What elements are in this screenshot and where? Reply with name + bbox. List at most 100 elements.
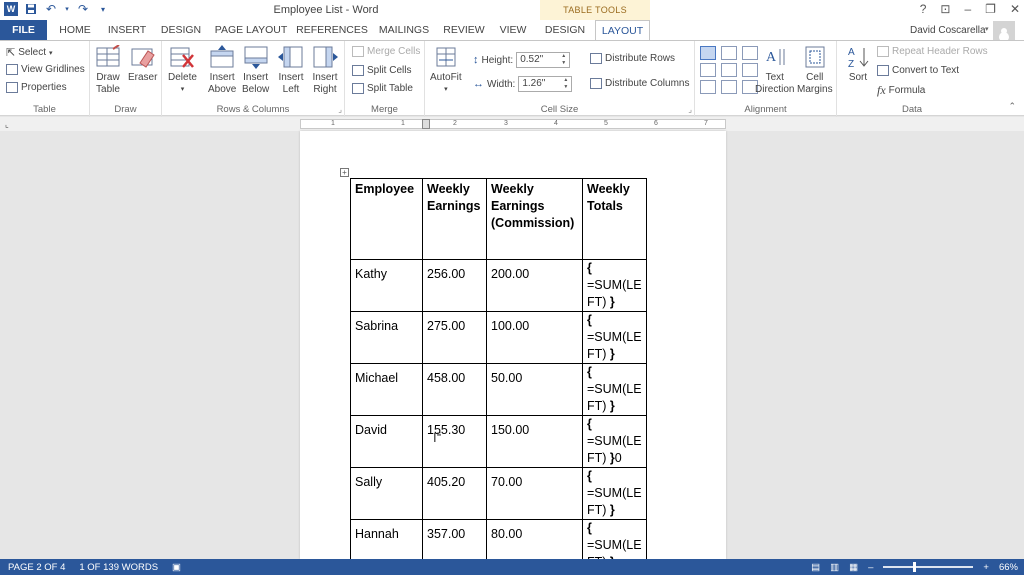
minimize-icon[interactable]: – xyxy=(964,2,971,16)
distribute-rows-button[interactable]: Distribute Rows xyxy=(590,53,675,64)
repeat-header-rows-button[interactable]: Repeat Header Rows xyxy=(877,46,988,57)
table-row: Michael 458.00 50.00 {=SUM(LE FT) } xyxy=(350,363,647,416)
tab-design[interactable]: DESIGN xyxy=(158,20,204,40)
dialog-launcher-icon[interactable]: ⌟ xyxy=(688,105,692,114)
formula-button[interactable]: fx Formula xyxy=(877,83,925,98)
align-top-center-icon[interactable] xyxy=(721,46,737,60)
text-direction-button[interactable]: A Text Direction xyxy=(755,45,794,96)
cell-earnings[interactable]: 357.00 xyxy=(422,519,487,559)
cell-total-field[interactable]: {=SUM(LE FT) }0 xyxy=(582,415,647,468)
insert-right-button[interactable]: Insert Right xyxy=(312,45,338,96)
cell-commission[interactable]: 100.00 xyxy=(486,311,583,364)
insert-below-button[interactable]: Insert Below xyxy=(242,45,269,96)
select-button[interactable]: ⇱ Select ▾ xyxy=(6,46,53,59)
cell-commission[interactable]: 150.00 xyxy=(486,415,583,468)
user-name[interactable]: David Coscarella xyxy=(910,25,986,36)
tab-review[interactable]: REVIEW xyxy=(442,20,486,40)
convert-to-text-button[interactable]: Convert to Text xyxy=(877,65,959,76)
word-count[interactable]: 1 OF 139 WORDS xyxy=(79,562,158,573)
cell-commission[interactable]: 70.00 xyxy=(486,467,583,520)
tab-view[interactable]: VIEW xyxy=(494,20,532,40)
delete-label: Delete xyxy=(168,72,197,83)
horizontal-ruler[interactable]: 1 1 2 3 4 5 6 7 xyxy=(300,119,726,129)
sort-button[interactable]: AZ Sort xyxy=(845,45,871,84)
header-weekly-commission[interactable]: Weekly Earnings (Commission) xyxy=(486,178,583,260)
cell-earnings[interactable]: 256.00 xyxy=(422,259,487,312)
split-cells-button[interactable]: Split Cells xyxy=(352,65,411,76)
tab-references[interactable]: REFERENCES xyxy=(296,20,368,40)
tab-file[interactable]: FILE xyxy=(0,20,47,40)
cell-commission[interactable]: 200.00 xyxy=(486,259,583,312)
ribbon-display-options-icon[interactable]: ⊡ xyxy=(940,2,950,16)
distribute-columns-button[interactable]: Distribute Columns xyxy=(590,78,689,89)
height-input[interactable]: 0.52" xyxy=(516,52,571,68)
header-weekly-totals[interactable]: Weekly Totals xyxy=(582,178,647,260)
cell-employee[interactable]: Sabrina xyxy=(350,311,423,364)
cell-total-field[interactable]: {=SUM(LEFT) } xyxy=(582,363,647,416)
cell-earnings[interactable]: 405.20 xyxy=(422,467,487,520)
indent-marker[interactable] xyxy=(422,119,430,129)
properties-button[interactable]: Properties xyxy=(6,82,67,93)
zoom-in-icon[interactable]: + xyxy=(983,562,989,573)
cell-employee[interactable]: David xyxy=(350,415,423,468)
page-count[interactable]: PAGE 2 OF 4 xyxy=(8,562,65,573)
tab-page-layout[interactable]: PAGE LAYOUT xyxy=(212,20,290,40)
print-layout-icon[interactable]: ▥ xyxy=(830,562,839,573)
delete-button[interactable]: Delete ▾ xyxy=(168,45,197,96)
cell-employee[interactable]: Michael xyxy=(350,363,423,416)
autofit-button[interactable]: AutoFit ▾ xyxy=(430,45,462,96)
proofing-icon[interactable]: ▣ xyxy=(172,562,181,573)
collapse-ribbon-icon[interactable]: ⌃ xyxy=(1008,101,1016,112)
tab-table-layout[interactable]: LAYOUT xyxy=(595,20,650,40)
cell-total-field[interactable]: {=SUM(LEFT) } xyxy=(582,467,647,520)
help-icon[interactable]: ? xyxy=(920,2,927,16)
zoom-out-icon[interactable]: – xyxy=(868,562,873,573)
document-page[interactable]: + Employee Weekly Earnings Weekly Earnings… xyxy=(300,131,726,559)
tab-table-design[interactable]: DESIGN xyxy=(542,20,588,40)
tab-insert[interactable]: INSERT xyxy=(104,20,150,40)
web-layout-icon[interactable]: ▦ xyxy=(849,562,858,573)
tab-mailings[interactable]: MAILINGS xyxy=(374,20,434,40)
align-center-left-icon[interactable] xyxy=(700,63,716,77)
align-bottom-left-icon[interactable] xyxy=(700,80,716,94)
header-weekly-earnings[interactable]: Weekly Earnings xyxy=(422,178,487,260)
align-center-icon[interactable] xyxy=(721,63,737,77)
align-bottom-center-icon[interactable] xyxy=(721,80,737,94)
zoom-slider[interactable] xyxy=(883,562,974,572)
cell-commission[interactable]: 80.00 xyxy=(486,519,583,559)
zoom-slider-thumb[interactable] xyxy=(913,562,917,572)
cell-total-field[interactable]: {=SUM(LEFT) } xyxy=(582,259,647,312)
draw-table-button[interactable]: Draw Table xyxy=(95,45,121,96)
cell-total-field[interactable]: {=SUM(LEFT) } xyxy=(582,519,647,559)
insert-above-button[interactable]: Insert Above xyxy=(208,45,236,96)
align-top-left-icon[interactable] xyxy=(700,46,716,60)
tab-selector-icon[interactable]: ⌞ xyxy=(5,120,9,129)
insert-left-button[interactable]: Insert Left xyxy=(278,45,304,96)
dialog-launcher-icon[interactable]: ⌟ xyxy=(338,105,342,114)
maximize-icon[interactable]: ❐ xyxy=(985,2,996,16)
cell-earnings[interactable]: 275.00 xyxy=(422,311,487,364)
view-gridlines-label: View Gridlines xyxy=(21,64,85,75)
close-icon[interactable]: ✕ xyxy=(1010,2,1020,16)
view-gridlines-button[interactable]: View Gridlines xyxy=(6,64,85,75)
zoom-level[interactable]: 66% xyxy=(999,562,1018,573)
cell-earnings[interactable]: 458.00 xyxy=(422,363,487,416)
cell-total-field[interactable]: {=SUM(LEFT) } xyxy=(582,311,647,364)
cell-employee[interactable]: Sally xyxy=(350,467,423,520)
employee-table[interactable]: Employee Weekly Earnings Weekly Earnings (C… xyxy=(350,178,647,559)
cell-commission[interactable]: 50.00 xyxy=(486,363,583,416)
split-table-button[interactable]: Split Table xyxy=(352,83,413,94)
avatar[interactable] xyxy=(993,21,1015,40)
tab-home[interactable]: HOME xyxy=(55,20,95,40)
eraser-button[interactable]: Eraser xyxy=(128,45,157,84)
cell-employee[interactable]: Kathy xyxy=(350,259,423,312)
user-dropdown-icon[interactable]: ▾ xyxy=(985,25,989,33)
cell-employee[interactable]: Hannah xyxy=(350,519,423,559)
table-move-handle-icon[interactable]: + xyxy=(340,168,349,177)
read-mode-icon[interactable]: ▤ xyxy=(811,562,820,573)
ruler-number: 7 xyxy=(704,120,708,127)
cell-margins-button[interactable]: Cell Margins xyxy=(797,45,833,96)
header-employee[interactable]: Employee xyxy=(350,178,423,260)
merge-cells-button[interactable]: Merge Cells xyxy=(352,46,420,57)
width-input[interactable]: 1.26" xyxy=(518,76,573,92)
